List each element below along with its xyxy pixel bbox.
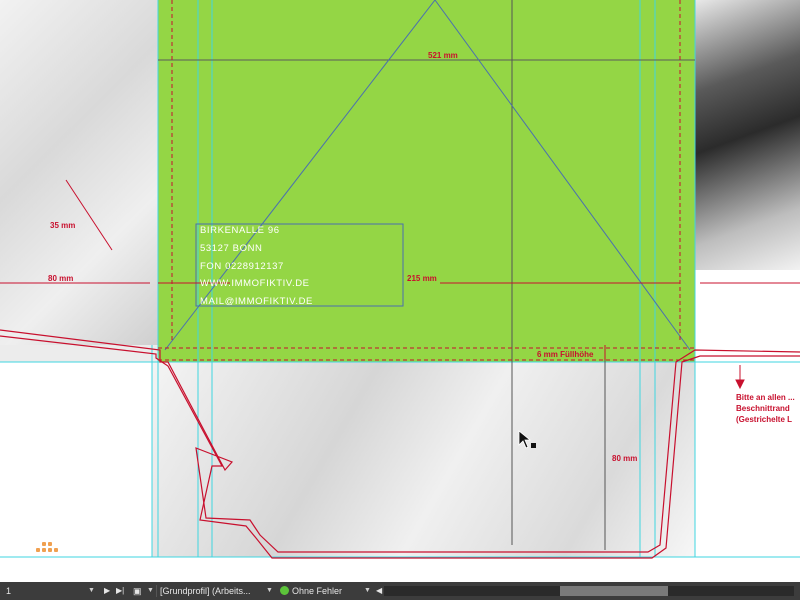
mouse-cursor-icon — [518, 430, 536, 449]
document-dropdown-icon[interactable]: ▼ — [147, 582, 154, 600]
watermark-logo — [6, 540, 76, 554]
preflight-status-label: Ohne Fehler — [292, 586, 343, 596]
next-page-icon[interactable]: ▶ — [104, 582, 110, 600]
dim-top-width: 521 mm — [428, 51, 458, 60]
dimension-labels: 521 mm 35 mm 80 mm 215 mm 6 mm Füllhöhe … — [48, 51, 637, 463]
page-dropdown-icon[interactable]: ▼ — [88, 582, 95, 600]
dim-center-width: 215 mm — [407, 274, 437, 283]
note-line: Bitte an allen ... — [736, 393, 795, 402]
scrollbar-thumb[interactable] — [560, 586, 668, 596]
status-ok-icon — [280, 586, 289, 595]
dim-right-width: 80 mm — [612, 454, 637, 463]
scroll-left-icon[interactable]: ◀ — [376, 582, 382, 600]
status-dropdown-icon[interactable]: ▼ — [364, 582, 371, 600]
note-line: Beschnittrand — [736, 404, 790, 413]
profile-selector[interactable]: [Grundprofil] (Arbeits... — [160, 582, 251, 600]
note-line: (Gestrichelte L — [736, 415, 793, 424]
divider — [156, 585, 157, 597]
page-number-field[interactable]: 1 — [6, 582, 11, 600]
status-bar: 1 ▼ ▶ ▶| ▣ ▼ [Grundprofil] (Arbeits... ▼… — [0, 582, 800, 600]
dim-left-width: 80 mm — [48, 274, 73, 283]
document-icon[interactable]: ▣ — [133, 582, 142, 600]
dim-fill-height: 6 mm Füllhöhe — [537, 350, 594, 359]
bleed-note: Bitte an allen ... Beschnittrand (Gestri… — [736, 392, 795, 425]
last-page-icon[interactable]: ▶| — [116, 582, 124, 600]
preflight-status[interactable]: Ohne Fehler — [280, 582, 342, 600]
profile-dropdown-icon[interactable]: ▼ — [266, 582, 273, 600]
dim-flap-length: 35 mm — [50, 221, 75, 230]
document-canvas[interactable]: BIRKENALLE 96 53127 BONN FON 0228912137 … — [0, 0, 800, 582]
